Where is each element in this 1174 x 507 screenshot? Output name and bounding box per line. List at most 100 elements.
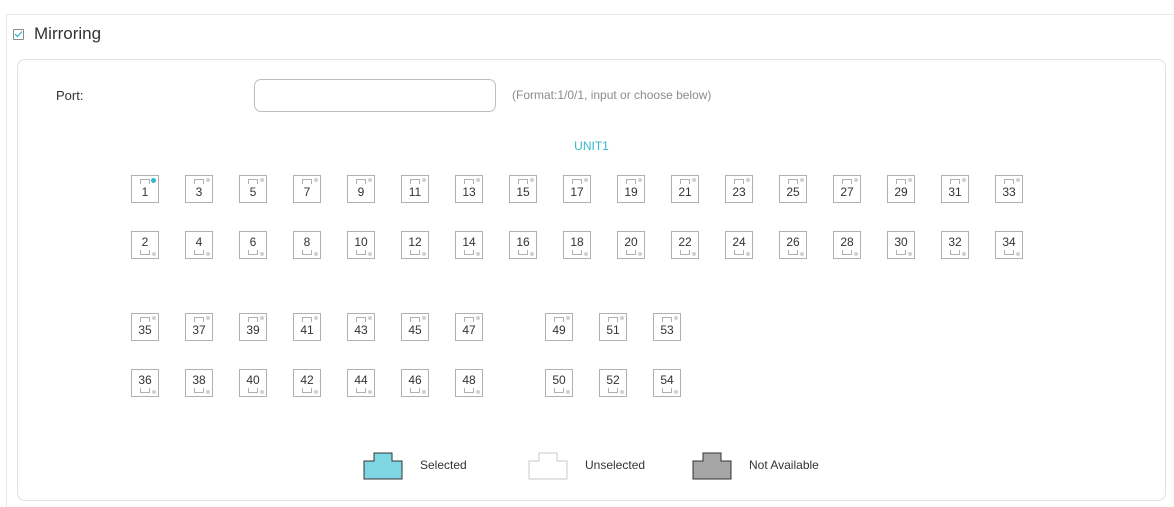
port-led-icon	[260, 252, 264, 256]
port-led-icon	[854, 178, 858, 182]
port-led-icon	[530, 178, 534, 182]
port-29[interactable]: 29	[887, 175, 915, 203]
port-53[interactable]: 53	[653, 313, 681, 341]
port-number: 4	[195, 235, 203, 249]
legend-unselected-label: Unselected	[585, 458, 646, 472]
port-1[interactable]: 1	[131, 175, 159, 203]
port-14[interactable]: 14	[455, 231, 483, 259]
port-notch-icon	[194, 388, 204, 393]
port-34[interactable]: 34	[995, 231, 1023, 259]
port-15[interactable]: 15	[509, 175, 537, 203]
port-notch-icon	[302, 179, 312, 184]
port-52[interactable]: 52	[599, 369, 627, 397]
port-49[interactable]: 49	[545, 313, 573, 341]
port-led-icon	[476, 316, 480, 320]
port-25[interactable]: 25	[779, 175, 807, 203]
mirroring-panel: Port: (Format:1/0/1, input or choose bel…	[17, 59, 1166, 501]
port-50[interactable]: 50	[545, 369, 573, 397]
port-27[interactable]: 27	[833, 175, 861, 203]
port-10[interactable]: 10	[347, 231, 375, 259]
port-47[interactable]: 47	[455, 313, 483, 341]
port-54[interactable]: 54	[653, 369, 681, 397]
port-28[interactable]: 28	[833, 231, 861, 259]
port-35[interactable]: 35	[131, 313, 159, 341]
legend-unselected: Unselected	[527, 449, 645, 481]
port-11[interactable]: 11	[401, 175, 429, 203]
port-number: 17	[570, 185, 584, 199]
port-18[interactable]: 18	[563, 231, 591, 259]
port-2[interactable]: 2	[131, 231, 159, 259]
port-21[interactable]: 21	[671, 175, 699, 203]
port-33[interactable]: 33	[995, 175, 1023, 203]
port-30[interactable]: 30	[887, 231, 915, 259]
port-24[interactable]: 24	[725, 231, 753, 259]
port-led-icon	[152, 316, 156, 320]
checkmark-icon	[14, 31, 23, 38]
port-notch-icon	[248, 317, 258, 322]
port-7[interactable]: 7	[293, 175, 321, 203]
port-6[interactable]: 6	[239, 231, 267, 259]
port-36[interactable]: 36	[131, 369, 159, 397]
port-number: 31	[948, 185, 962, 199]
port-22[interactable]: 22	[671, 231, 699, 259]
section-left-border	[6, 14, 7, 507]
port-notch-icon	[194, 250, 204, 255]
port-46[interactable]: 46	[401, 369, 429, 397]
port-37[interactable]: 37	[185, 313, 213, 341]
port-number: 25	[786, 185, 800, 199]
port-led-icon	[314, 316, 318, 320]
port-number: 2	[141, 235, 149, 249]
port-led-icon	[476, 390, 480, 394]
port-17[interactable]: 17	[563, 175, 591, 203]
port-led-icon	[692, 252, 696, 256]
port-3[interactable]: 3	[185, 175, 213, 203]
port-input[interactable]	[254, 79, 496, 112]
port-51[interactable]: 51	[599, 313, 627, 341]
port-5[interactable]: 5	[239, 175, 267, 203]
port-number: 9	[357, 185, 365, 199]
port-13[interactable]: 13	[455, 175, 483, 203]
port-26[interactable]: 26	[779, 231, 807, 259]
port-number: 8	[303, 235, 311, 249]
port-48[interactable]: 48	[455, 369, 483, 397]
port-19[interactable]: 19	[617, 175, 645, 203]
port-notch-icon	[410, 317, 420, 322]
port-39[interactable]: 39	[239, 313, 267, 341]
port-led-icon	[674, 390, 678, 394]
port-led-icon	[368, 252, 372, 256]
port-notch-icon	[248, 179, 258, 184]
mirroring-checkbox[interactable]	[13, 28, 24, 40]
port-8[interactable]: 8	[293, 231, 321, 259]
port-number: 29	[894, 185, 908, 199]
port-40[interactable]: 40	[239, 369, 267, 397]
port-12[interactable]: 12	[401, 231, 429, 259]
port-4[interactable]: 4	[185, 231, 213, 259]
port-notch-icon	[194, 317, 204, 322]
port-led-icon	[422, 390, 426, 394]
port-led-icon	[476, 178, 480, 182]
port-notch-icon	[302, 388, 312, 393]
port-23[interactable]: 23	[725, 175, 753, 203]
port-notch-icon	[572, 250, 582, 255]
port-16[interactable]: 16	[509, 231, 537, 259]
port-led-icon	[584, 178, 588, 182]
port-41[interactable]: 41	[293, 313, 321, 341]
port-38[interactable]: 38	[185, 369, 213, 397]
port-43[interactable]: 43	[347, 313, 375, 341]
port-42[interactable]: 42	[293, 369, 321, 397]
port-45[interactable]: 45	[401, 313, 429, 341]
port-31[interactable]: 31	[941, 175, 969, 203]
port-led-icon	[854, 252, 858, 256]
port-44[interactable]: 44	[347, 369, 375, 397]
section-title: Mirroring	[34, 24, 102, 43]
port-32[interactable]: 32	[941, 231, 969, 259]
port-notch-icon	[626, 179, 636, 184]
legend-not-available: Not Available	[691, 449, 819, 481]
port-number: 21	[678, 185, 692, 199]
port-9[interactable]: 9	[347, 175, 375, 203]
port-led-icon	[151, 178, 156, 183]
port-20[interactable]: 20	[617, 231, 645, 259]
port-format-hint: (Format:1/0/1, input or choose below)	[512, 88, 712, 102]
port-number: 33	[1002, 185, 1016, 199]
port-number: 27	[840, 185, 854, 199]
